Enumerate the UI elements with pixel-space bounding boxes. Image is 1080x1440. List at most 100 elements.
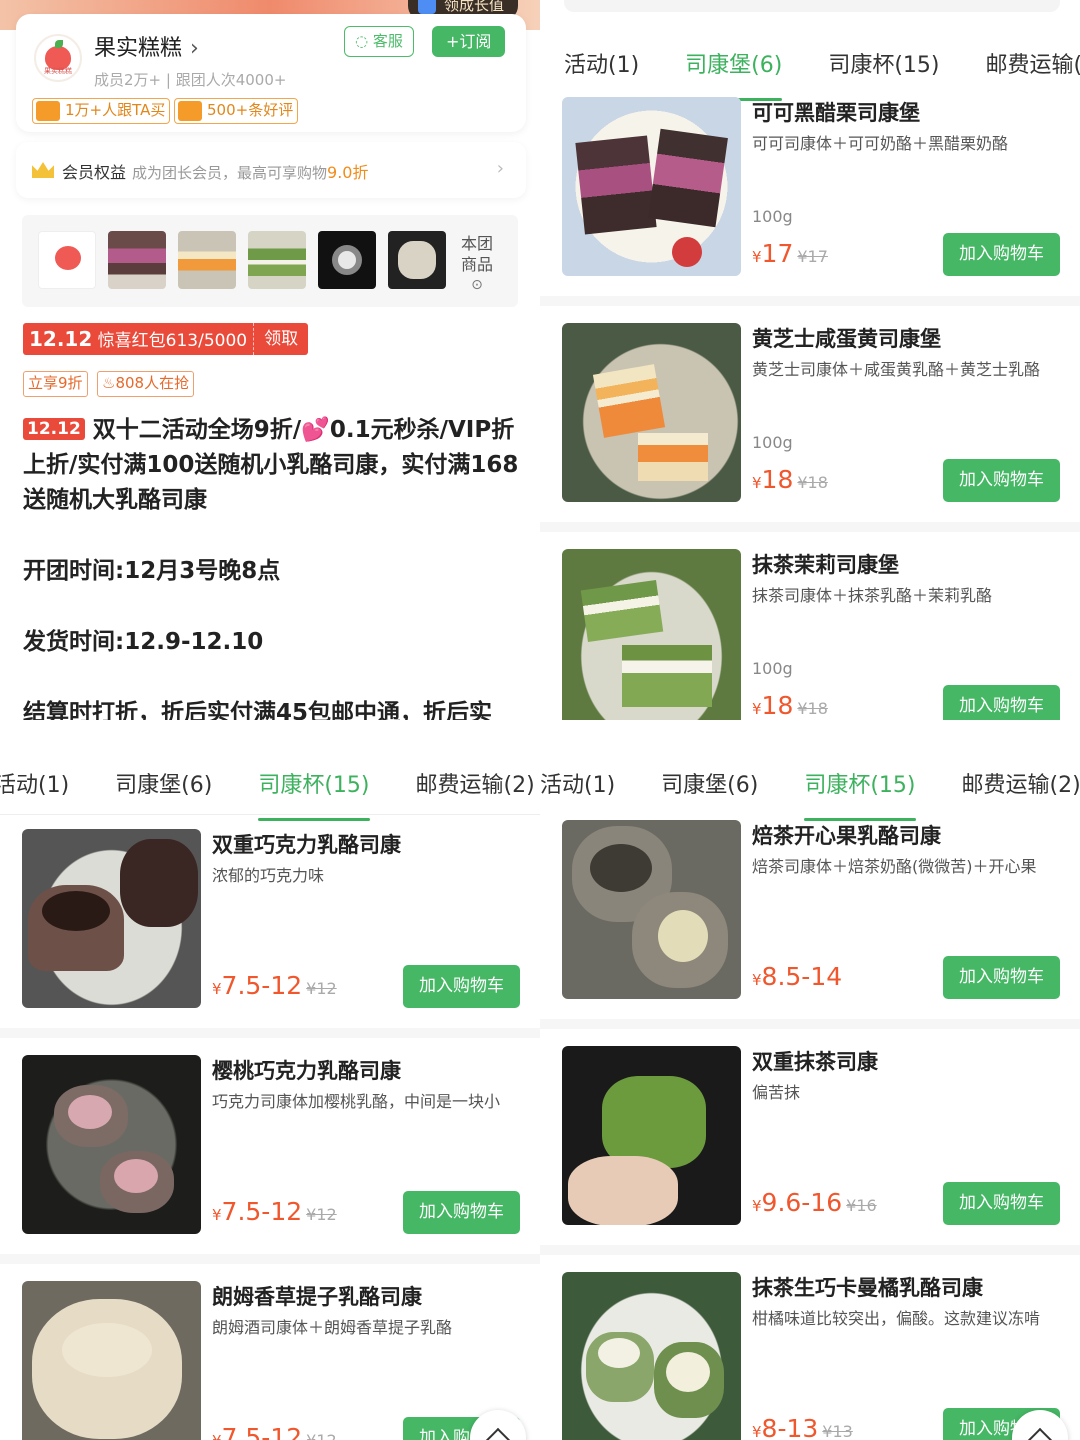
thumb-logo[interactable] xyxy=(38,231,96,289)
flame-icon: ♨ xyxy=(102,374,116,392)
product-card[interactable]: 樱桃巧克力乳酪司康 巧克力司康体加樱桃乳酪，中间是一块小 ¥7.5-12 ¥12 … xyxy=(0,1055,540,1281)
original-price: ¥16 xyxy=(846,1196,877,1215)
currency-symbol: ¥ xyxy=(212,1206,222,1224)
member-benefits-row[interactable]: 会员权益 成为团长会员，最高可享购物9.0折 › xyxy=(16,142,526,198)
product-image[interactable] xyxy=(22,1055,201,1234)
product-image[interactable] xyxy=(562,549,741,720)
product-image[interactable] xyxy=(562,323,741,502)
tab-shipping[interactable]: 邮费运输(2) xyxy=(416,767,535,799)
original-price: ¥17 xyxy=(797,247,828,266)
tab-activity[interactable]: 活动(1) xyxy=(540,767,615,799)
reviews-tag: 500+条好评 xyxy=(174,98,299,124)
follow-tag-label: 1万+人跟TA买 xyxy=(65,101,166,119)
product-desc: 抹茶司康体＋抹茶乳酪＋茉莉乳酪 xyxy=(752,586,993,605)
product-price: ¥7.5-12¥12 xyxy=(212,1197,337,1226)
original-price: ¥13 xyxy=(822,1422,853,1440)
product-card[interactable]: 双重抹茶司康 偏苦抹 ¥9.6-16 ¥16 加入购物车 xyxy=(540,1046,1080,1272)
shop-logo[interactable]: 果实糕糕 xyxy=(34,34,82,82)
service-label: 客服 xyxy=(372,32,403,50)
product-desc: 偏苦抹 xyxy=(752,1083,801,1102)
original-price: ¥18 xyxy=(797,473,828,492)
product-price: ¥9.6-16 ¥16 xyxy=(752,1188,877,1217)
product-card[interactable]: 双重巧克力乳酪司康 浓郁的巧克力味 ¥7.5-12 ¥12 加入购物车 xyxy=(0,829,540,1055)
product-desc: 可可司康体＋可可奶酪＋黑醋栗奶酪 xyxy=(752,134,1009,153)
divider xyxy=(540,522,1080,532)
product-image[interactable] xyxy=(22,829,201,1008)
currency-symbol: ¥ xyxy=(212,1432,222,1440)
add-to-cart-button[interactable]: 加入购物车 xyxy=(403,1191,520,1234)
product-card[interactable]: 朗姆香草提子乳酪司康 朗姆酒司康体＋朗姆香草提子乳酪 ¥7.5-12¥12 加入… xyxy=(0,1281,540,1440)
original-price: ¥12 xyxy=(306,979,337,998)
currency-symbol: ¥ xyxy=(752,1423,762,1440)
thumb-product-3[interactable] xyxy=(248,231,306,289)
tab-shipping[interactable]: 邮费运输(2) xyxy=(986,47,1080,79)
reviews-tag-label: 500+条好评 xyxy=(207,101,294,119)
add-to-cart-button[interactable]: 加入购物车 xyxy=(943,685,1060,720)
search-bar-edge xyxy=(564,0,1060,12)
currency-symbol: ¥ xyxy=(752,474,762,492)
add-to-cart-button[interactable]: 加入购物车 xyxy=(943,233,1060,276)
add-to-cart-button[interactable]: 加入购物车 xyxy=(403,965,520,1008)
original-price: ¥18 xyxy=(797,699,828,718)
product-card[interactable]: 焙茶开心果乳酪司康 焙茶司康体＋焙茶奶酪(微微苦)＋开心果 ¥8.5-14 加入… xyxy=(540,820,1080,1046)
currency-symbol: ¥ xyxy=(752,248,762,266)
product-card[interactable]: 黄芝士咸蛋黄司康堡 黄芝士司康体＋咸蛋黄乳酪＋黄芝士乳酪 100g ¥18 ¥18… xyxy=(540,323,1080,549)
customer-service-button[interactable]: ◌ 客服 xyxy=(344,26,414,57)
add-to-cart-button[interactable]: 加入购物车 xyxy=(943,459,1060,502)
thumb-product-4[interactable] xyxy=(318,231,376,289)
tab-activity[interactable]: 活动(1) xyxy=(0,767,69,799)
tab-scone-burger[interactable]: 司康堡(6) xyxy=(685,47,783,101)
follow-tag: 1万+人跟TA买 xyxy=(32,98,171,124)
price-value: 17 xyxy=(761,239,794,268)
thumb-product-1[interactable] xyxy=(108,231,166,289)
product-image[interactable] xyxy=(562,1046,741,1225)
tab-scone-cup[interactable]: 司康杯(15) xyxy=(828,47,939,79)
discount-chip: 立享9折 xyxy=(23,371,88,397)
add-to-cart-button[interactable]: 加入购物车 xyxy=(943,956,1060,999)
product-desc: 朗姆酒司康体＋朗姆香草提子乳酪 xyxy=(212,1318,453,1337)
product-name: 双重巧克力乳酪司康 xyxy=(212,833,401,857)
subscribe-button[interactable]: +订阅 xyxy=(432,26,506,57)
tab-scone-burger[interactable]: 司康堡(6) xyxy=(115,767,212,799)
chevron-right-icon: › xyxy=(496,158,504,179)
coupon-banner[interactable]: 12.12 惊喜红包613/5000 领取 xyxy=(23,323,309,355)
product-card[interactable]: 抹茶茉莉司康堡 抹茶司康体＋抹茶乳酪＋茉莉乳酪 100g ¥18 ¥18 加入购物… xyxy=(540,549,1080,720)
product-image[interactable] xyxy=(562,97,741,276)
desc-line-4: 结算时打折，折后实付满45包邮中通，折后实 xyxy=(23,700,493,720)
original-price: ¥12 xyxy=(306,1431,337,1440)
product-image[interactable] xyxy=(562,1272,741,1440)
coupon-claim-button[interactable]: 领取 xyxy=(253,323,309,355)
add-to-cart-button[interactable]: 加入购物车 xyxy=(943,1182,1060,1225)
product-image[interactable] xyxy=(562,820,741,999)
category-tabs: 活动(1) 司康堡(6) 司康杯(15) 邮费运输(2) xyxy=(0,750,540,821)
price-value: 18 xyxy=(761,465,794,494)
desc-line-2: 开团时间:12月3号晚8点 xyxy=(23,558,281,584)
tab-activity[interactable]: 活动(1) xyxy=(564,47,639,79)
cart-icon xyxy=(36,101,60,121)
chevron-right-icon: › xyxy=(190,36,199,61)
tab-scone-burger[interactable]: 司康堡(6) xyxy=(661,767,758,799)
more-products-button[interactable]: 本团商品 ⊙ xyxy=(460,233,494,296)
product-weight: 100g xyxy=(752,433,793,452)
divider xyxy=(0,1028,540,1038)
tab-shipping[interactable]: 邮费运输(2) xyxy=(962,767,1080,799)
tab-underline-divider xyxy=(0,814,540,815)
cup-list-panel-right: 活动(1) 司康堡(6) 司康杯(15) 邮费运输(2) 焙茶开心果乳酪司康 焙… xyxy=(540,720,1080,1440)
divider xyxy=(0,1254,540,1264)
member-text: 会员权益 成为团长会员，最高可享购物9.0折 xyxy=(62,159,368,183)
price-value: 9.6-16 xyxy=(761,1188,843,1217)
product-card[interactable]: 抹茶生巧卡曼橘乳酪司康 柑橘味道比较突出，偏酸。这款建议冻啃 ¥8-13 ¥13 … xyxy=(540,1272,1080,1440)
currency-symbol: ¥ xyxy=(752,971,762,989)
product-image[interactable] xyxy=(22,1281,201,1440)
shop-meta: 成员2万+ | 跟团人次4000+ xyxy=(94,71,287,89)
thumb-product-5[interactable] xyxy=(388,231,446,289)
product-name: 可可黑醋栗司康堡 xyxy=(752,101,920,125)
price-value: 7.5-12 xyxy=(221,1197,303,1226)
divider xyxy=(540,1019,1080,1029)
product-card[interactable]: 可可黑醋栗司康堡 可可司康体＋可可奶酪＋黑醋栗奶酪 100g ¥17 ¥17 加入… xyxy=(540,97,1080,323)
tab-scone-cup[interactable]: 司康杯(15) xyxy=(804,767,916,821)
thumb-product-2[interactable] xyxy=(178,231,236,289)
product-price: ¥17 ¥17 xyxy=(752,239,828,268)
shop-name[interactable]: 果实糕糕 › xyxy=(94,30,199,62)
tab-scone-cup[interactable]: 司康杯(15) xyxy=(258,767,370,821)
